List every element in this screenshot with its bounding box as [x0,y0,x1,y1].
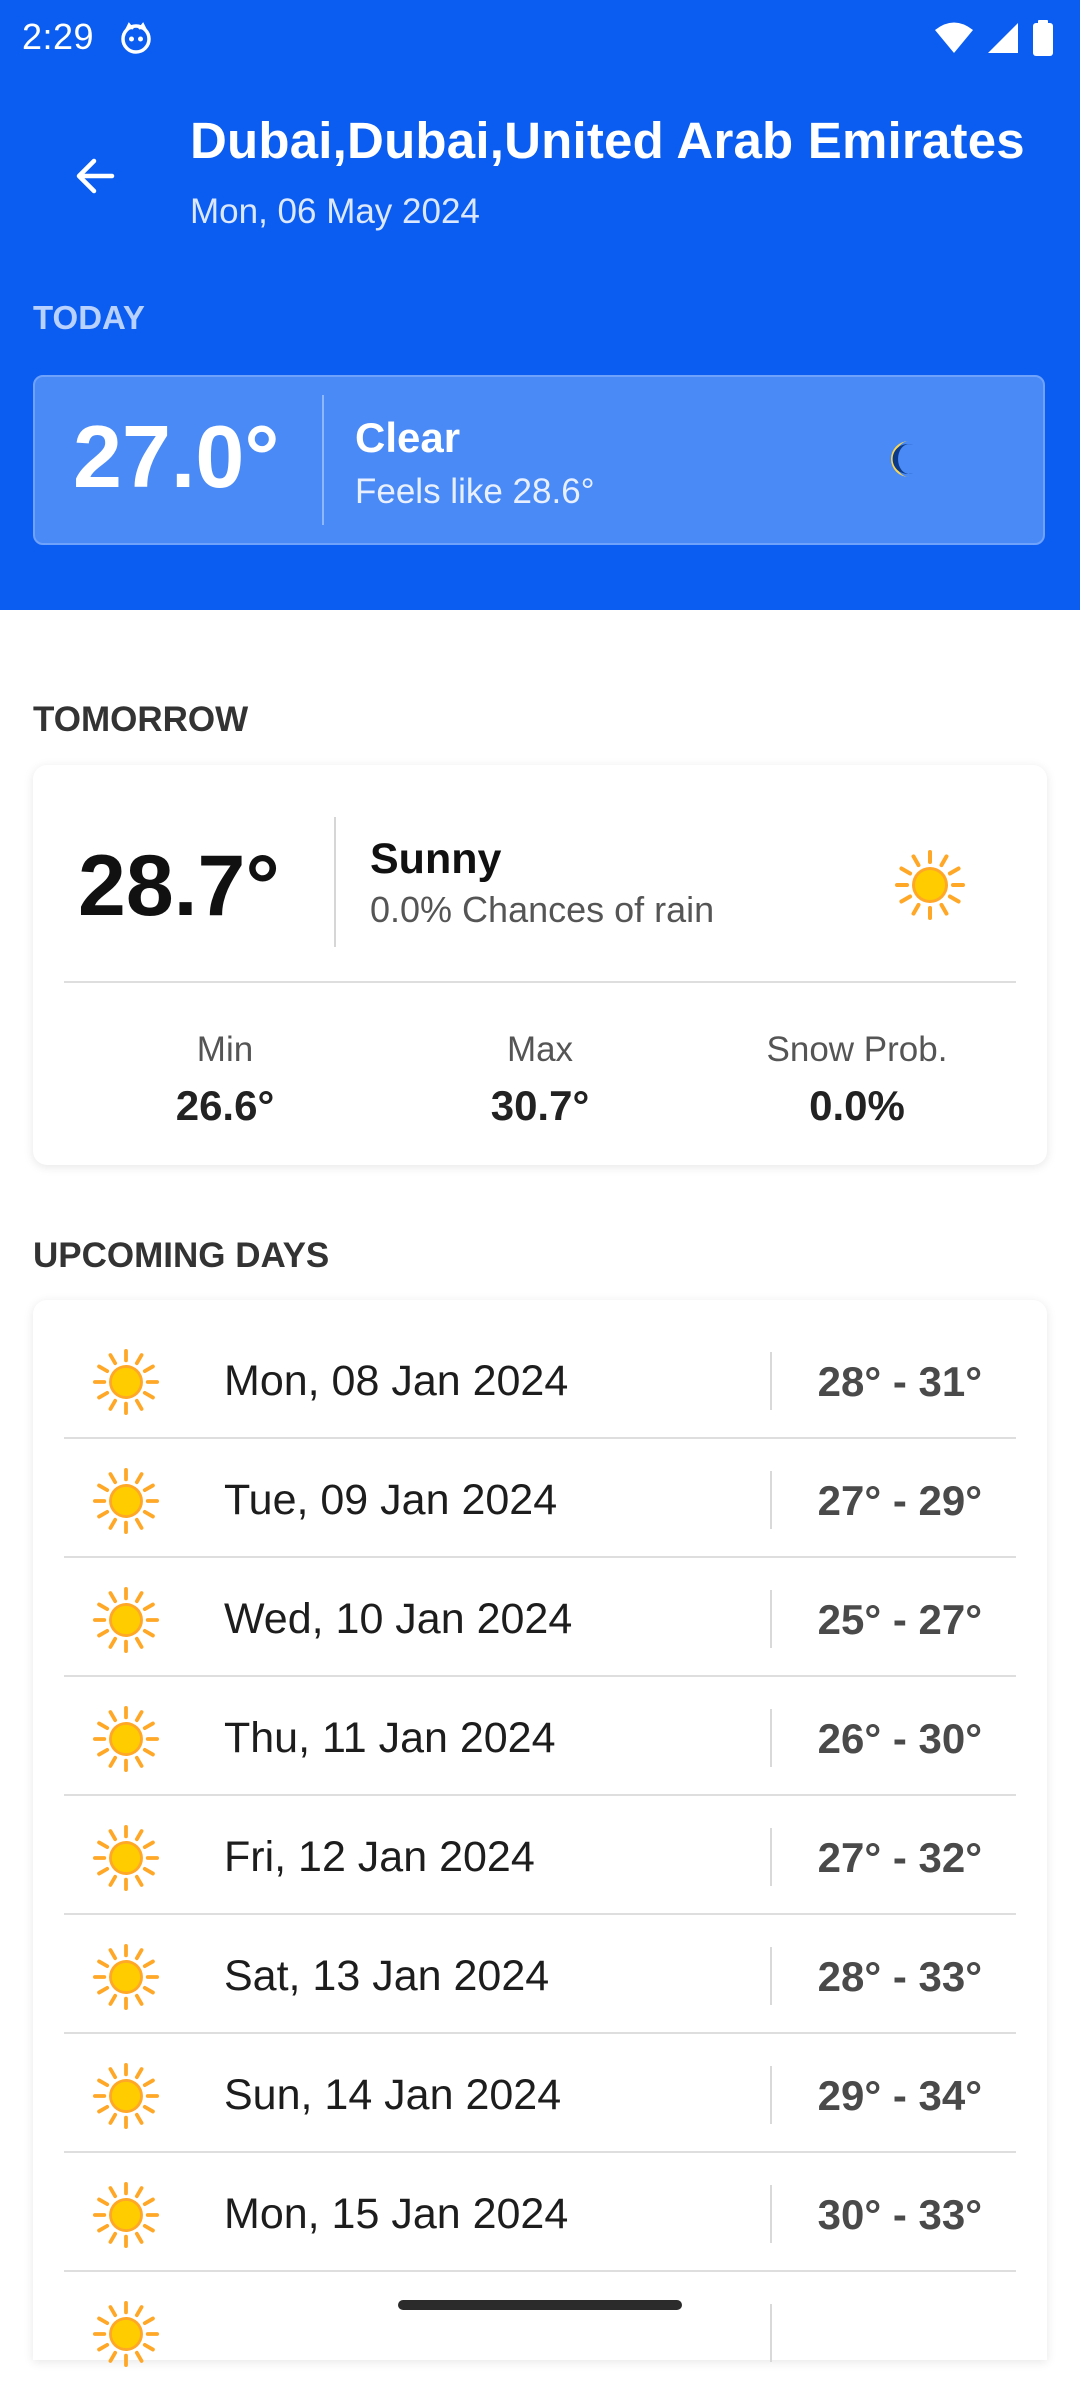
sun-icon [93,2182,159,2248]
status-bar: 2:29 [0,0,1080,76]
tomorrow-divider [334,817,336,947]
tomorrow-condition: Sunny [370,835,502,883]
forecast-divider [770,1352,772,1410]
wifi-icon [935,22,973,53]
forecast-row-day-5[interactable]: Fri, 12 Jan 2024 27° - 32° [33,1796,1047,1915]
forecast-date: Sat, 13 Jan 2024 [224,1952,550,2000]
tomorrow-weather-card: 28.7° Sunny 0.0% Chances of rain Min 26.… [33,765,1047,1165]
today-temperature: 27.0° [73,407,280,506]
battery-icon [1033,20,1053,56]
min-temperature-stat: Min 26.6° [75,1030,375,1130]
status-time: 2:29 [22,16,95,57]
sun-icon [895,850,965,920]
location-title: Dubai,Dubai,United Arab Emirates [190,111,1025,169]
forecast-temperature-range: 28° - 33° [817,1953,982,2000]
forecast-row-day-9[interactable] [33,2272,1047,2391]
forecast-row-day-7[interactable]: Sun, 14 Jan 2024 29° - 34° [33,2034,1047,2153]
max-temperature-stat: Max 30.7° [390,1030,690,1130]
forecast-row-day-3[interactable]: Wed, 10 Jan 2024 25° - 27° [33,1558,1047,1677]
stat-value: 26.6° [175,1082,275,1129]
forecast-date: Sun, 14 Jan 2024 [224,2071,562,2119]
status-icons [934,18,1054,58]
forecast-divider [770,1947,772,2005]
forecast-row-day-1[interactable]: Mon, 08 Jan 2024 28° - 31° [33,1320,1047,1439]
tomorrow-section-label: TOMORROW [33,700,249,739]
sun-icon [93,1349,159,1415]
moon-icon [891,441,913,477]
gesture-navigation-handle[interactable] [398,2300,682,2310]
header-panel: 2:29 Dubai,Dubai,United Arab Emirates Mo… [0,0,1080,610]
sun-icon [93,1706,159,1772]
forecast-row-day-8[interactable]: Mon, 15 Jan 2024 30° - 33° [33,2153,1047,2272]
app-notification-icon [121,22,151,54]
stat-label: Snow Prob. [766,1030,948,1069]
today-condition: Clear [355,414,461,461]
current-date: Mon, 06 May 2024 [190,192,480,231]
sun-icon [93,1825,159,1891]
upcoming-days-list: Mon, 08 Jan 2024 28° - 31° Tue, 09 Jan 2… [33,1300,1047,2367]
snow-probability-stat: Snow Prob. 0.0% [707,1030,1007,1130]
back-arrow-icon[interactable] [68,148,124,204]
today-weather-card: 27.0° Clear Feels like 28.6° [33,375,1045,545]
forecast-divider [770,1709,772,1767]
forecast-divider [770,2066,772,2124]
forecast-divider [770,2304,772,2362]
forecast-row-day-6[interactable]: Sat, 13 Jan 2024 28° - 33° [33,1915,1047,2034]
forecast-date: Wed, 10 Jan 2024 [224,1595,573,1643]
today-section-label: TODAY [33,299,145,336]
cellular-signal-icon [988,23,1018,53]
stat-value: 30.7° [490,1082,590,1129]
forecast-date: Fri, 12 Jan 2024 [224,1833,535,1881]
forecast-temperature-range: 29° - 34° [817,2072,982,2119]
forecast-temperature-range: 25° - 27° [817,1596,982,1643]
forecast-divider [770,1590,772,1648]
forecast-date: Mon, 08 Jan 2024 [224,1357,569,1405]
forecast-temperature-range: 28° - 31° [817,1358,982,1405]
forecast-temperature-range: 27° - 32° [817,1834,982,1881]
forecast-divider [770,2185,772,2243]
forecast-date: Tue, 09 Jan 2024 [224,1476,558,1524]
today-feels-like: Feels like 28.6° [355,472,595,511]
tomorrow-temperature: 28.7° [78,838,280,934]
stat-value: 0.0% [809,1082,905,1129]
forecast-divider [770,1828,772,1886]
forecast-row-day-4[interactable]: Thu, 11 Jan 2024 26° - 30° [33,1677,1047,1796]
sun-icon [93,1587,159,1653]
stat-label: Max [506,1030,574,1069]
sun-icon [93,2301,159,2367]
stat-label: Min [196,1030,254,1069]
sun-icon [93,1944,159,2010]
tomorrow-rain-chance: 0.0% Chances of rain [370,889,715,930]
upcoming-section-label: UPCOMING DAYS [33,1236,330,1275]
tomorrow-separator [64,981,1016,983]
forecast-date: Thu, 11 Jan 2024 [224,1714,556,1762]
forecast-temperature-range: 30° - 33° [817,2191,982,2238]
today-divider [322,395,324,525]
sun-icon [93,1468,159,1534]
forecast-divider [770,1471,772,1529]
forecast-temperature-range: 26° - 30° [817,1715,982,1762]
sun-icon [93,2063,159,2129]
forecast-temperature-range: 27° - 29° [817,1477,982,1524]
forecast-date: Mon, 15 Jan 2024 [224,2190,569,2238]
forecast-row-day-2[interactable]: Tue, 09 Jan 2024 27° - 29° [33,1439,1047,1558]
